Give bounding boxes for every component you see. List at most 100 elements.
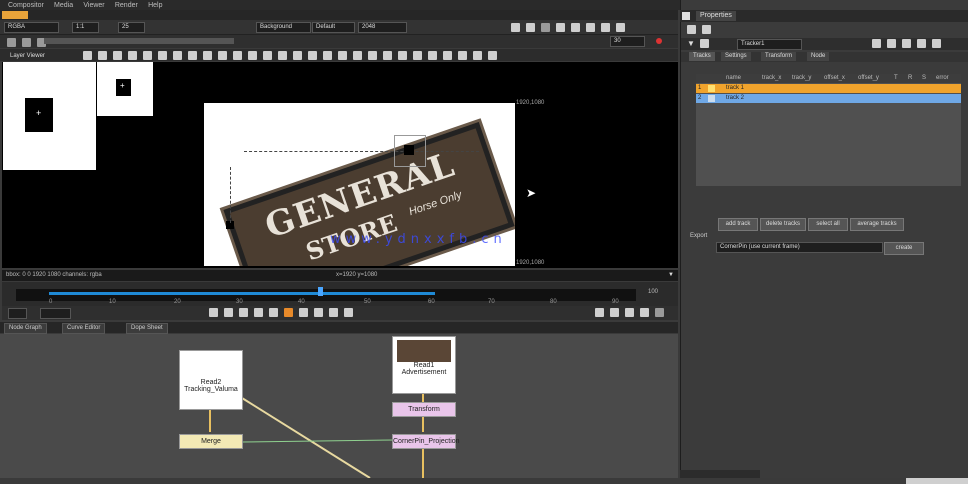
record-icon[interactable] xyxy=(656,38,662,44)
panel-menu-icon[interactable] xyxy=(682,12,690,20)
clear-icon[interactable] xyxy=(702,25,711,34)
loop-icon[interactable] xyxy=(284,308,293,317)
node-graph[interactable]: Read2 Tracking_Valuma Read1 Advertisemen… xyxy=(0,334,968,484)
pause-icon[interactable] xyxy=(571,23,580,32)
add-track-button[interactable]: add track xyxy=(718,218,758,231)
center-icon[interactable] xyxy=(233,51,242,60)
create-button[interactable]: create xyxy=(884,242,924,255)
lock-icon[interactable] xyxy=(625,308,634,317)
collapse-icon[interactable]: ▼ xyxy=(668,270,674,281)
redo-icon[interactable] xyxy=(887,39,896,48)
overlay-icon[interactable] xyxy=(278,51,287,60)
proxy-icon[interactable] xyxy=(541,23,550,32)
node-name-field[interactable]: Tracker1 xyxy=(737,39,802,50)
playback-mode[interactable] xyxy=(40,308,71,319)
viewer-tab[interactable] xyxy=(2,11,28,19)
cornerpin-node[interactable]: CornerPin_Projection xyxy=(392,434,460,449)
restore-icon[interactable] xyxy=(902,39,911,48)
play-icon[interactable] xyxy=(299,308,308,317)
read2-node[interactable]: Read2 Tracking_Valuma xyxy=(179,350,243,410)
tab-node-graph[interactable]: Node Graph xyxy=(4,323,47,334)
background-select[interactable]: Background xyxy=(256,22,311,33)
error-icon[interactable] xyxy=(293,51,302,60)
search-icon[interactable] xyxy=(338,51,347,60)
tab-dope-sheet[interactable]: Dope Sheet xyxy=(126,323,168,334)
track-range-icon[interactable] xyxy=(158,51,167,60)
play-back-icon[interactable] xyxy=(254,308,263,317)
clip-icon[interactable] xyxy=(556,23,565,32)
tab-curve-editor[interactable]: Curve Editor xyxy=(62,323,106,334)
keyframe-icon[interactable] xyxy=(173,51,182,60)
ratio-select[interactable]: 1:1 xyxy=(72,22,99,33)
clear-fw-icon[interactable] xyxy=(218,51,227,60)
view-select[interactable]: Default xyxy=(312,22,355,33)
render-icon[interactable] xyxy=(640,308,649,317)
snap-icon[interactable] xyxy=(263,51,272,60)
playhead[interactable] xyxy=(318,287,323,296)
grid-icon[interactable] xyxy=(248,51,257,60)
subtab-node[interactable]: Node xyxy=(807,52,830,61)
gamma-icon[interactable] xyxy=(22,38,31,47)
scale-icon[interactable] xyxy=(458,51,467,60)
close-icon[interactable] xyxy=(932,39,941,48)
node-color-icon[interactable] xyxy=(700,39,709,48)
clear-all-icon[interactable] xyxy=(203,51,212,60)
track-stop-icon[interactable] xyxy=(113,51,122,60)
update-icon[interactable] xyxy=(308,51,317,60)
zoom-field[interactable]: 30 xyxy=(610,36,645,47)
translate-icon[interactable] xyxy=(473,51,482,60)
first-frame-icon[interactable] xyxy=(209,308,218,317)
subtab-transform[interactable]: Transform xyxy=(761,52,797,61)
gain-slider[interactable] xyxy=(44,38,234,44)
table-row[interactable]: 1 track 1 xyxy=(696,84,961,93)
chain-icon[interactable] xyxy=(413,51,422,60)
pin-icon[interactable] xyxy=(687,25,696,34)
next-key-icon[interactable] xyxy=(329,308,338,317)
average-tracks-button[interactable]: average tracks xyxy=(850,218,904,231)
fps-field[interactable]: 25 xyxy=(118,22,145,33)
row-enable-checkbox[interactable] xyxy=(708,85,715,92)
options-icon[interactable] xyxy=(655,308,664,317)
track-bw-icon[interactable] xyxy=(83,51,92,60)
row-enable-checkbox[interactable] xyxy=(708,95,715,102)
float-icon[interactable] xyxy=(917,39,926,48)
tab-properties[interactable]: Properties xyxy=(696,11,736,21)
track-fw-icon[interactable] xyxy=(143,51,152,60)
last-frame-icon[interactable] xyxy=(344,308,353,317)
reset-icon[interactable] xyxy=(488,51,497,60)
track-pattern-box[interactable] xyxy=(404,145,414,155)
export-select[interactable]: CornerPin (use current frame) xyxy=(716,242,883,253)
refresh-icon[interactable] xyxy=(586,23,595,32)
merge-node[interactable]: Merge xyxy=(179,434,243,449)
read1-node[interactable]: Read1 Advertisement xyxy=(392,336,456,394)
track-prev-icon[interactable] xyxy=(98,51,107,60)
link-icon[interactable] xyxy=(368,51,377,60)
aspect-icon[interactable] xyxy=(511,23,520,32)
next-frame-icon[interactable] xyxy=(314,308,323,317)
table-row[interactable]: 2 track 2 xyxy=(696,94,961,103)
frame-field[interactable]: 2048 xyxy=(358,22,407,33)
fps-mode[interactable] xyxy=(8,308,27,319)
roi-icon[interactable] xyxy=(526,23,535,32)
eye-icon[interactable] xyxy=(383,51,392,60)
out-point-icon[interactable] xyxy=(610,308,619,317)
subtab-tracks[interactable]: Tracks xyxy=(689,52,715,61)
timeline[interactable]: 0 10 20 30 40 50 60 70 80 90 100 xyxy=(2,282,678,306)
clear-bw-icon[interactable] xyxy=(188,51,197,60)
settings-icon[interactable] xyxy=(428,51,437,60)
sync-icon[interactable] xyxy=(601,23,610,32)
subtab-settings[interactable]: Settings xyxy=(721,52,751,61)
pattern-icon[interactable] xyxy=(323,51,332,60)
track-next-icon[interactable] xyxy=(128,51,137,60)
collapse-node-icon[interactable]: ▼ xyxy=(687,39,695,48)
magnet-icon[interactable] xyxy=(398,51,407,60)
in-point-icon[interactable] xyxy=(595,308,604,317)
channel-select[interactable]: RGBA xyxy=(4,22,59,33)
undo-icon[interactable] xyxy=(872,39,881,48)
prev-key-icon[interactable] xyxy=(224,308,233,317)
delete-tracks-button[interactable]: delete tracks xyxy=(760,218,806,231)
gain-icon[interactable] xyxy=(7,38,16,47)
prev-frame-icon[interactable] xyxy=(239,308,248,317)
transform-node[interactable]: Transform xyxy=(392,402,456,417)
rotate-icon[interactable] xyxy=(443,51,452,60)
